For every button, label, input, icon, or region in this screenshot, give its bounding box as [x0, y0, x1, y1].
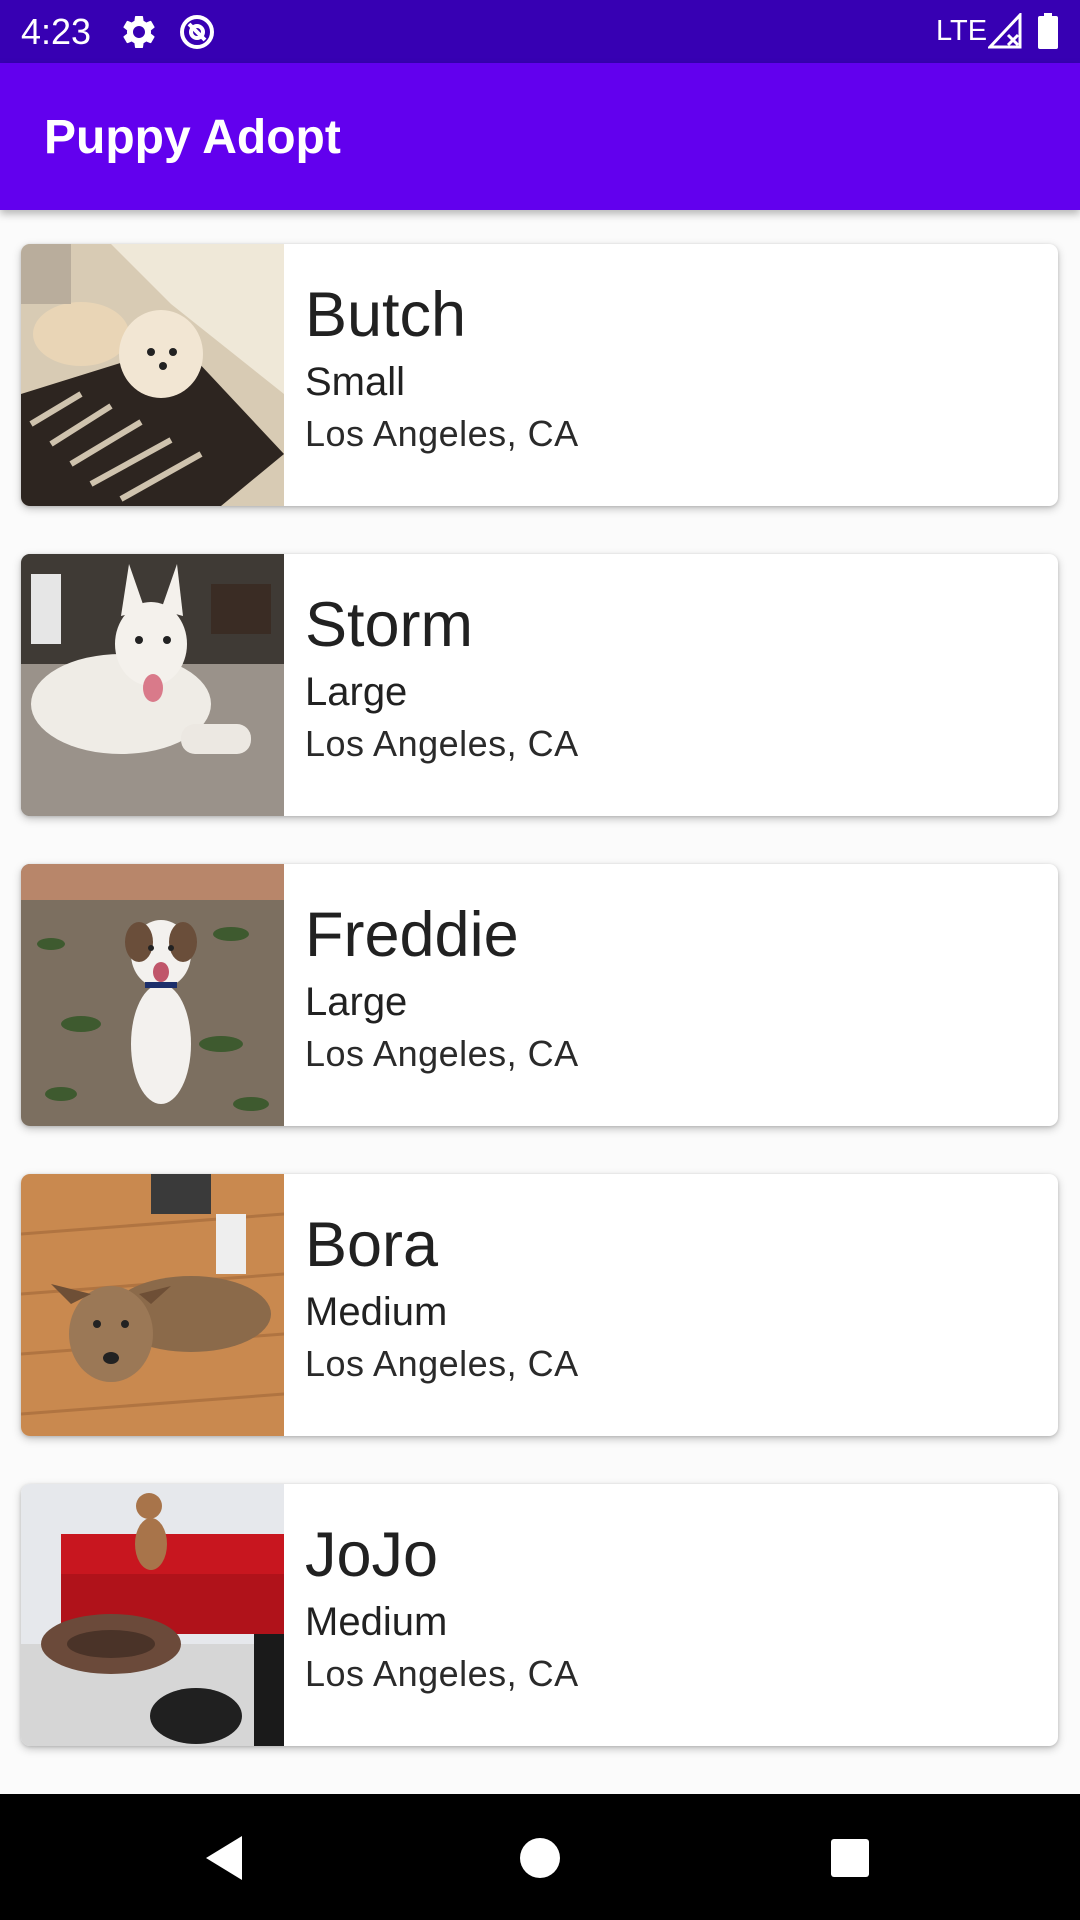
puppy-size: Large [305, 980, 408, 1024]
puppy-name: Storm [305, 590, 474, 660]
page-title: Puppy Adopt [44, 111, 341, 164]
status-time: 4:23 [21, 11, 92, 52]
puppy-size: Medium [305, 1290, 448, 1334]
home-icon[interactable] [510, 1828, 570, 1888]
network-type: LTE [936, 15, 988, 47]
battery-icon [1037, 13, 1059, 54]
puppy-location: Los Angeles, CA [305, 1033, 579, 1074]
puppy-list[interactable]: Butch Small Los Angeles, CA Storm Large … [0, 210, 1080, 1794]
app-bar: Puppy Adopt [0, 63, 1080, 210]
puppy-card[interactable]: Bora Medium Los Angeles, CA [21, 1174, 1058, 1436]
puppy-size: Medium [305, 1600, 448, 1644]
data-saver-icon [177, 12, 217, 52]
puppy-name: Butch [305, 280, 467, 350]
back-icon[interactable] [196, 1828, 256, 1888]
signal-icon [986, 11, 1022, 54]
puppy-card[interactable]: Storm Large Los Angeles, CA [21, 554, 1058, 816]
puppy-name: Bora [305, 1210, 439, 1280]
puppy-photo [21, 1174, 284, 1436]
puppy-photo [21, 1484, 284, 1746]
puppy-photo [21, 554, 284, 816]
puppy-card[interactable]: Freddie Large Los Angeles, CA [21, 864, 1058, 1126]
puppy-photo [21, 864, 284, 1126]
puppy-location: Los Angeles, CA [305, 413, 579, 454]
puppy-card[interactable]: JoJo Medium Los Angeles, CA [21, 1484, 1058, 1746]
puppy-location: Los Angeles, CA [305, 1343, 579, 1384]
puppy-location: Los Angeles, CA [305, 723, 579, 764]
puppy-size: Small [305, 360, 406, 404]
puppy-size: Large [305, 670, 408, 714]
gear-icon [119, 12, 159, 52]
navigation-bar [0, 1794, 1080, 1920]
recents-icon[interactable] [820, 1828, 880, 1888]
puppy-name: JoJo [305, 1520, 439, 1590]
puppy-location: Los Angeles, CA [305, 1653, 579, 1694]
puppy-name: Freddie [305, 900, 519, 970]
puppy-photo [21, 244, 284, 506]
puppy-card[interactable]: Butch Small Los Angeles, CA [21, 244, 1058, 506]
status-bar: 4:23 LTE [0, 0, 1080, 63]
